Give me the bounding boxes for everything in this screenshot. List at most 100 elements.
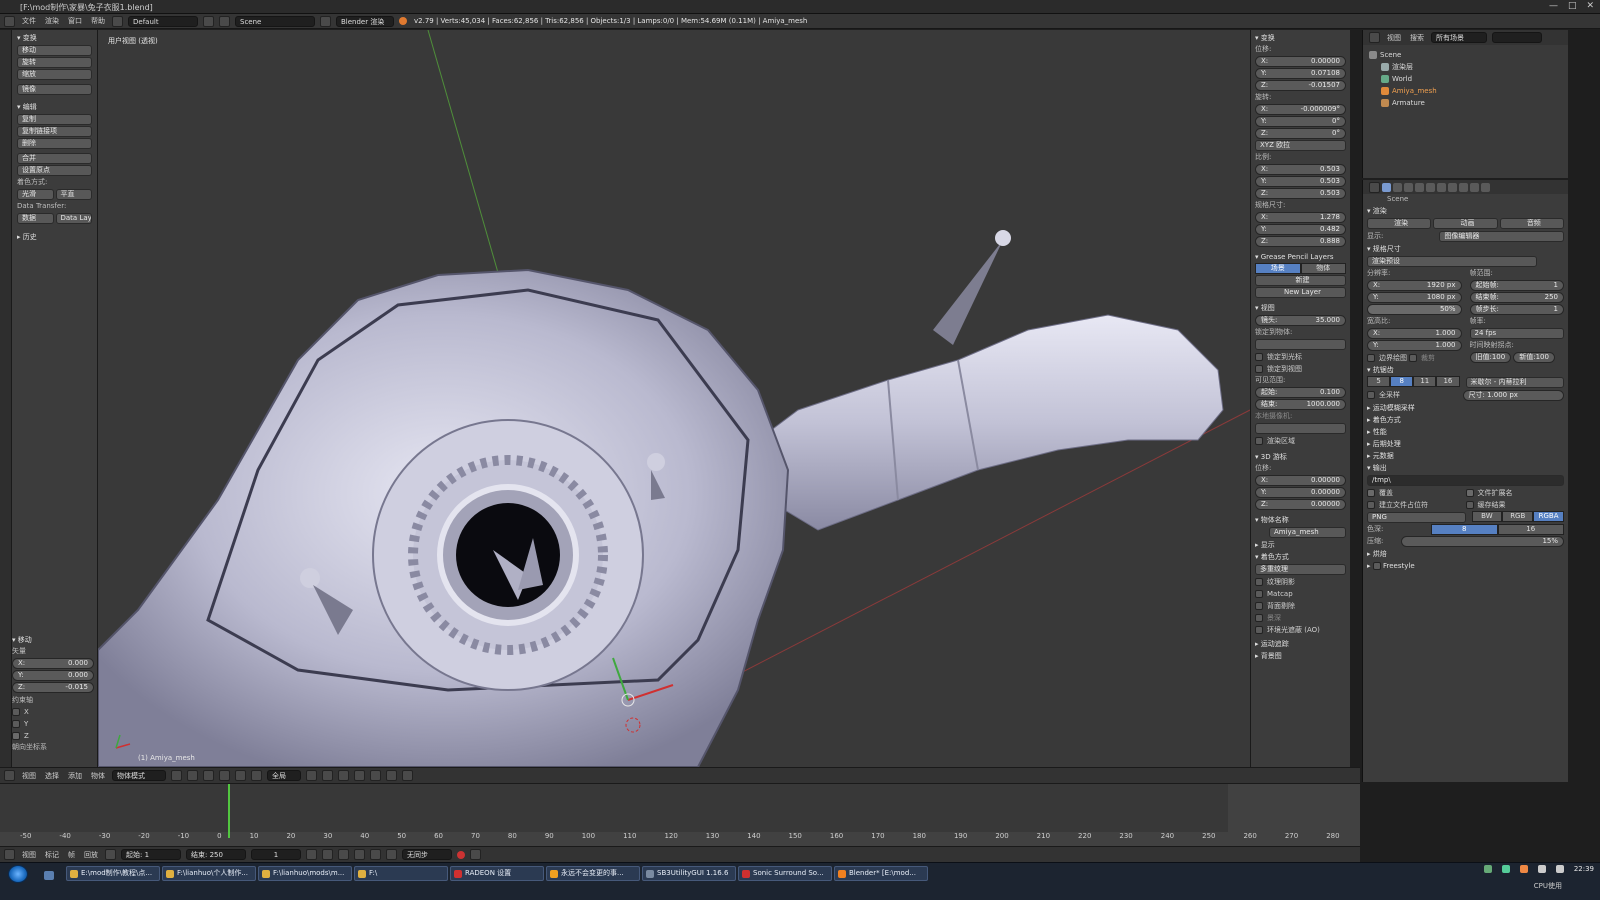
outliner-item-armature[interactable]: Armature bbox=[1369, 97, 1562, 109]
delete-button[interactable]: 删除 bbox=[17, 138, 92, 149]
editor-type-icon[interactable] bbox=[1369, 181, 1380, 193]
color-rgba-button[interactable]: RGBA bbox=[1533, 511, 1564, 522]
file-format-select[interactable]: PNG bbox=[1367, 512, 1466, 523]
taskbar-task[interactable]: RADEON 设置 bbox=[450, 866, 544, 881]
placeholders-checkbox[interactable]: 建立文件占位符 bbox=[1367, 499, 1466, 511]
location-y-field[interactable]: Y: 0.07108 bbox=[1255, 68, 1346, 79]
motion-tracking-header[interactable]: ▸ 运动追踪 bbox=[1255, 638, 1346, 650]
overwrite-checkbox[interactable]: 覆盖 bbox=[1367, 487, 1466, 499]
jump-end-icon[interactable] bbox=[386, 849, 397, 860]
outliner-menu-search[interactable]: 搜索 bbox=[1408, 33, 1426, 43]
resolution-percent-slider[interactable]: 50% bbox=[1367, 304, 1462, 315]
taskbar-task[interactable]: F:\lianhuo\个人制作... bbox=[162, 866, 256, 881]
cursor-y-field[interactable]: Y: 0.00000 bbox=[1255, 487, 1346, 498]
post-processing-header[interactable]: ▸ 后期处理 bbox=[1367, 438, 1564, 450]
menu-help[interactable]: 帮助 bbox=[89, 16, 107, 26]
taskbar-task[interactable]: 永远不会变更的事... bbox=[546, 866, 640, 881]
outliner-item-amiya-mesh[interactable]: Amiya_mesh bbox=[1369, 85, 1562, 97]
minimize-icon[interactable]: — bbox=[1549, 1, 1558, 11]
manipulator-icon[interactable] bbox=[203, 770, 214, 781]
gpencil-new-button[interactable]: 新建 bbox=[1255, 275, 1346, 286]
data-tab-icon[interactable] bbox=[1459, 182, 1468, 192]
maximize-icon[interactable]: □ bbox=[1568, 1, 1577, 11]
resolution-x-field[interactable]: X: 1920 px bbox=[1367, 280, 1462, 291]
tray-icon[interactable] bbox=[1501, 865, 1510, 873]
matcap-checkbox[interactable]: Matcap bbox=[1255, 588, 1346, 600]
world-tab-icon[interactable] bbox=[1415, 182, 1424, 192]
end-frame-field[interactable]: 结束帧: 250 bbox=[1469, 292, 1564, 303]
scale-y-field[interactable]: Y: 0.503 bbox=[1255, 176, 1346, 187]
editor-type-icon[interactable] bbox=[4, 770, 15, 781]
play-icon[interactable] bbox=[354, 849, 365, 860]
timeline-menu-view[interactable]: 视图 bbox=[20, 850, 38, 860]
render-preset-select[interactable]: 渲染预设 bbox=[1367, 256, 1537, 267]
panel-edit-header[interactable]: ▾ 编辑 bbox=[17, 101, 92, 113]
constraint-z-checkbox[interactable]: Z bbox=[12, 730, 94, 742]
scale-z-field[interactable]: Z: 0.503 bbox=[1255, 188, 1346, 199]
rotation-z-field[interactable]: Z: 0° bbox=[1255, 128, 1346, 139]
add-layout-icon[interactable] bbox=[203, 15, 214, 27]
dimensions-z-field[interactable]: Z: 0.888 bbox=[1255, 236, 1346, 247]
render-button[interactable]: 渲染 bbox=[1367, 218, 1432, 229]
rotation-mode-select[interactable]: XYZ 欧拉 bbox=[1255, 140, 1346, 151]
color-rgb-button[interactable]: RGB bbox=[1502, 511, 1534, 522]
orientation-select[interactable]: 全局 bbox=[267, 770, 301, 781]
menu-select[interactable]: 选择 bbox=[43, 771, 61, 781]
animation-button[interactable]: 动画 bbox=[1433, 218, 1498, 229]
operator-x-field[interactable]: X: 0.000 bbox=[12, 658, 94, 669]
object-tab-icon[interactable] bbox=[1426, 182, 1435, 192]
material-tab-icon[interactable] bbox=[1470, 182, 1479, 192]
cursor-x-field[interactable]: X: 0.00000 bbox=[1255, 475, 1346, 486]
editor-type-icon[interactable] bbox=[4, 849, 15, 860]
location-z-field[interactable]: Z: -0.01507 bbox=[1255, 80, 1346, 91]
outliner-display-select[interactable]: 所有场景 bbox=[1431, 32, 1487, 43]
aspect-x-field[interactable]: X: 1.000 bbox=[1367, 328, 1462, 339]
record-icon[interactable] bbox=[457, 850, 465, 859]
fps-select[interactable]: 24 fps bbox=[1469, 328, 1564, 339]
menu-render[interactable]: 渲染 bbox=[43, 16, 61, 26]
shading-panel-header[interactable]: ▾ 着色方式 bbox=[1255, 551, 1346, 563]
menu-file[interactable]: 文件 bbox=[20, 16, 38, 26]
panel-transform-header[interactable]: ▾ 变换 bbox=[17, 32, 92, 44]
lock-object-field[interactable] bbox=[1255, 339, 1346, 350]
constraints-tab-icon[interactable] bbox=[1437, 182, 1446, 192]
duplicate-linked-button[interactable]: 复制链接项 bbox=[17, 126, 92, 137]
taskbar-task[interactable]: F:\lianhuo\mods\m... bbox=[258, 866, 352, 881]
texture-mode-select[interactable]: 多重纹理 bbox=[1255, 564, 1346, 575]
texture-tab-icon[interactable] bbox=[1481, 182, 1490, 192]
dimensions-y-field[interactable]: Y: 0.482 bbox=[1255, 224, 1346, 235]
item-panel-header[interactable]: ▾ 物体名称 bbox=[1255, 514, 1346, 526]
play-reverse-icon[interactable] bbox=[338, 849, 349, 860]
gpencil-scene-tab[interactable]: 场景 bbox=[1255, 263, 1301, 274]
tray-icon[interactable] bbox=[1483, 865, 1492, 873]
scene-select[interactable]: Scene bbox=[235, 15, 315, 27]
operator-z-field[interactable]: Z: -0.015 bbox=[12, 682, 94, 693]
resolution-y-field[interactable]: Y: 1080 px bbox=[1367, 292, 1462, 303]
proportional-icon[interactable] bbox=[370, 770, 381, 781]
scene-tab-icon[interactable] bbox=[1404, 182, 1413, 192]
anti-aliasing-header[interactable]: ▾ 抗锯齿 bbox=[1367, 364, 1564, 376]
render-tab-icon[interactable] bbox=[1382, 182, 1391, 192]
clip-start-field[interactable]: 起始: 0.100 bbox=[1255, 387, 1346, 398]
timeline-menu-frame[interactable]: 帧 bbox=[66, 850, 77, 860]
aa-samples-16[interactable]: 16 bbox=[1436, 376, 1460, 387]
grease-pencil-header[interactable]: ▾ Grease Pencil Layers bbox=[1255, 251, 1346, 263]
shading-header[interactable]: ▸ 着色方式 bbox=[1367, 414, 1564, 426]
lens-field[interactable]: 镜头: 35.000 bbox=[1255, 315, 1346, 326]
cache-result-checkbox[interactable]: 缓存结果 bbox=[1465, 499, 1565, 511]
timeline[interactable]: -50 -40 -30 -20 -10 0 10 20 30 40 50 60 70 80 90 100 110… bbox=[0, 783, 1360, 846]
editor-type-icon[interactable] bbox=[4, 15, 15, 27]
dof-checkbox[interactable]: 景深 bbox=[1255, 612, 1346, 624]
3d-cursor-header[interactable]: ▾ 3D 游标 bbox=[1255, 451, 1346, 463]
next-keyframe-icon[interactable] bbox=[370, 849, 381, 860]
data-layout-button[interactable]: Data Layo bbox=[55, 213, 92, 224]
layers-icon[interactable] bbox=[338, 770, 349, 781]
keying-set-icon[interactable] bbox=[470, 849, 481, 860]
aa-filter-select[interactable]: 米歇尔 - 内蒂拉利 bbox=[1465, 377, 1564, 388]
aa-size-field[interactable]: 尺寸: 1.000 px bbox=[1462, 390, 1564, 401]
layers-icon[interactable] bbox=[306, 770, 317, 781]
rotate-button[interactable]: 旋转 bbox=[17, 57, 92, 68]
crop-checkbox[interactable]: 裁剪 bbox=[1409, 352, 1435, 364]
output-path-input[interactable]: /tmp\ bbox=[1367, 475, 1564, 486]
operator-y-field[interactable]: Y: 0.000 bbox=[12, 670, 94, 681]
